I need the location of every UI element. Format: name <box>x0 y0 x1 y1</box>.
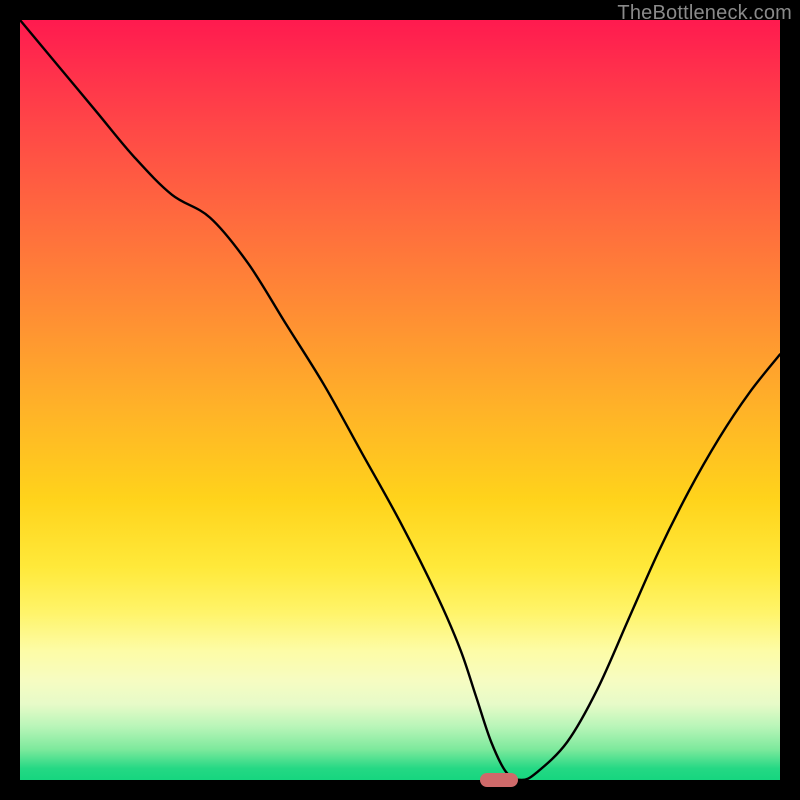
plot-area <box>20 20 780 780</box>
watermark-text: TheBottleneck.com <box>617 2 792 25</box>
bottleneck-curve <box>20 20 780 780</box>
curve-path <box>20 20 780 780</box>
optimal-marker <box>480 773 518 787</box>
chart-frame: TheBottleneck.com <box>0 0 800 800</box>
